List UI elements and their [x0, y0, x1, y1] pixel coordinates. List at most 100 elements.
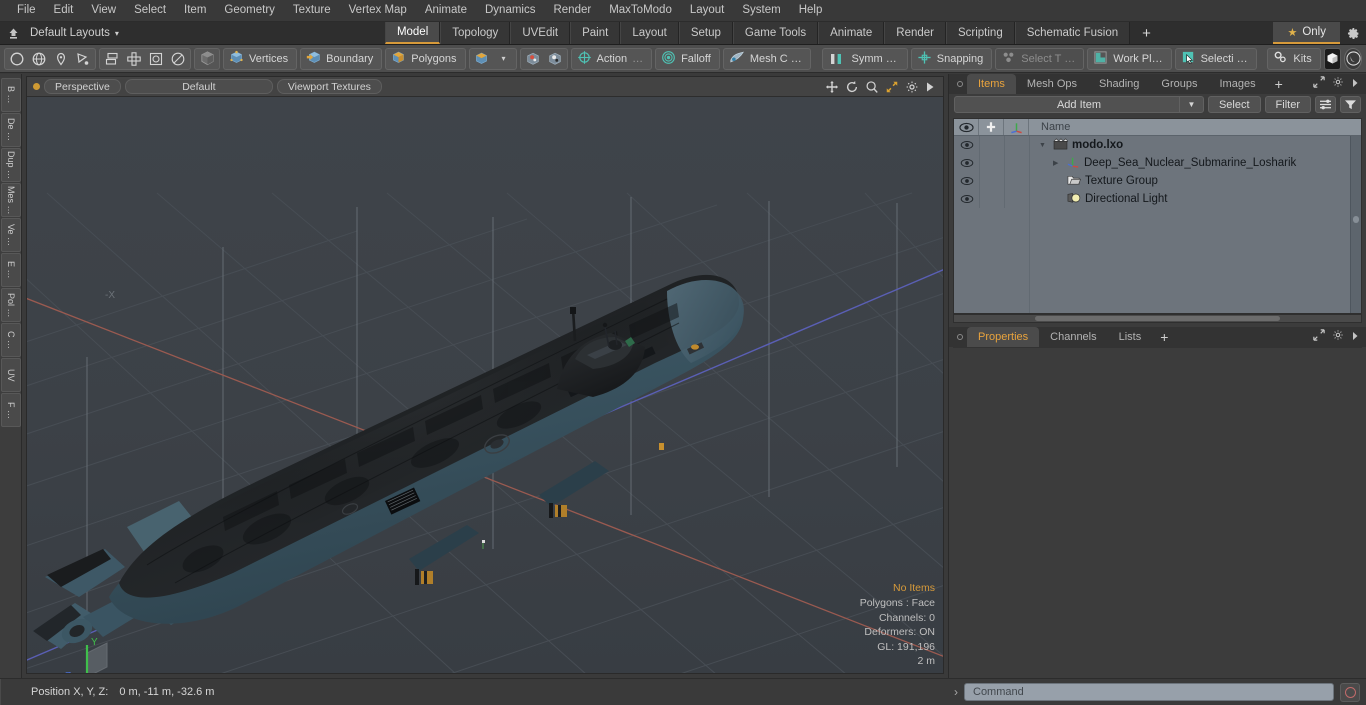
gear-icon[interactable]: [905, 80, 919, 94]
menu-item-maxtomodo[interactable]: MaxToModo: [600, 0, 681, 21]
scrollbar-thumb[interactable]: [1353, 215, 1359, 223]
menu-item-file[interactable]: File: [8, 0, 45, 21]
modo-icon[interactable]: [1323, 47, 1342, 70]
action-center-cube-icon[interactable]: [522, 49, 544, 69]
selection-mode-boundary[interactable]: Boundary: [300, 47, 383, 70]
mesh-constraint-button[interactable]: Mesh C …: [722, 47, 811, 70]
funnel-icon[interactable]: [1340, 96, 1361, 113]
menu-item-select[interactable]: Select: [125, 0, 175, 21]
item-tree-horizontal-scrollbar[interactable]: [953, 314, 1362, 323]
tab-schematic-fusion[interactable]: Schematic Fusion: [1014, 22, 1131, 44]
menu-item-view[interactable]: View: [82, 0, 125, 21]
cube-icon[interactable]: [196, 49, 218, 69]
add-item-button[interactable]: Add Item ▼: [954, 96, 1204, 113]
mirror-icon[interactable]: [101, 49, 123, 69]
vtab-uv[interactable]: UV: [1, 358, 21, 392]
add-properties-tab-button[interactable]: +: [1152, 327, 1176, 347]
menu-item-dynamics[interactable]: Dynamics: [476, 0, 544, 21]
radial-icon[interactable]: [167, 49, 189, 69]
menu-item-geometry[interactable]: Geometry: [215, 0, 284, 21]
tab-animate[interactable]: Animate: [818, 22, 885, 44]
tab-groups[interactable]: Groups: [1150, 74, 1208, 94]
expand-icon[interactable]: [1313, 328, 1325, 346]
tab-model[interactable]: Model: [384, 22, 441, 44]
expander-icon[interactable]: ▼: [1039, 142, 1049, 149]
zoom-icon[interactable]: [865, 80, 879, 94]
axis-icon[interactable]: [1004, 119, 1029, 135]
menu-item-item[interactable]: Item: [175, 0, 215, 21]
menu-item-layout[interactable]: Layout: [681, 0, 734, 21]
selection-sets-button[interactable]: Selecti …: [1174, 47, 1257, 70]
action-center-button[interactable]: Action …: [570, 47, 653, 70]
vtab-basic[interactable]: B …: [1, 78, 21, 112]
tree-row-submarine[interactable]: ▶ Deep_Sea_Nuclear_Submarine_Losharik: [1029, 155, 1350, 171]
snapping-button[interactable]: Snapping: [910, 47, 993, 70]
row-visibility-eye-icon[interactable]: [954, 194, 979, 204]
add-tab-button[interactable]: +: [1130, 22, 1163, 44]
falloff-cube-icon[interactable]: [544, 49, 566, 69]
tab-topology[interactable]: Topology: [440, 22, 511, 44]
tree-row-texture-group[interactable]: Texture Group: [1029, 174, 1350, 189]
menu-item-texture[interactable]: Texture: [284, 0, 340, 21]
vtab-curve[interactable]: C …: [1, 323, 21, 357]
menu-item-animate[interactable]: Animate: [416, 0, 476, 21]
tab-game-tools[interactable]: Game Tools: [732, 22, 819, 44]
menu-item-system[interactable]: System: [733, 0, 789, 21]
row-visibility-eye-icon[interactable]: [954, 158, 979, 168]
tab-uvedit[interactable]: UVEdit: [510, 22, 571, 44]
command-input[interactable]: Command: [964, 683, 1334, 701]
polygon-pen-icon[interactable]: [72, 49, 94, 69]
tab-layout[interactable]: Layout: [620, 22, 679, 44]
viewport-3d-canvas[interactable]: Y X Z -X -Z No Items Polygons : Face Cha…: [27, 97, 943, 673]
circle-icon[interactable]: [6, 49, 28, 69]
tab-items[interactable]: Items: [967, 74, 1016, 94]
vtab-vertex[interactable]: Ve …: [1, 218, 21, 252]
vtab-edge[interactable]: E …: [1, 253, 21, 287]
kits-button[interactable]: Kits: [1267, 47, 1321, 70]
pen-icon[interactable]: [50, 49, 72, 69]
menu-item-edit[interactable]: Edit: [45, 0, 83, 21]
chevron-right-icon[interactable]: [1351, 328, 1359, 346]
menu-item-render[interactable]: Render: [544, 0, 600, 21]
list-options-icon[interactable]: [1315, 96, 1336, 113]
vtab-deform[interactable]: De …: [1, 113, 21, 147]
chevron-right-icon[interactable]: [1351, 75, 1359, 93]
tab-lists[interactable]: Lists: [1108, 327, 1153, 347]
tab-shading[interactable]: Shading: [1088, 74, 1150, 94]
vtab-fusion[interactable]: F …: [1, 393, 21, 427]
vtab-polygon[interactable]: Pol …: [1, 288, 21, 322]
eye-icon[interactable]: [954, 119, 979, 135]
cube-icon[interactable]: [471, 49, 493, 69]
bevel-icon[interactable]: [145, 49, 167, 69]
menu-item-vertex-map[interactable]: Vertex Map: [340, 0, 416, 21]
layout-selector[interactable]: Default Layouts ▾: [26, 22, 127, 44]
selection-mode-vertices[interactable]: Vertices: [223, 47, 298, 70]
fit-icon[interactable]: [885, 80, 899, 94]
tree-row-modo-lxo[interactable]: ▼ modo.lxo: [1029, 137, 1350, 153]
play-icon[interactable]: [925, 81, 935, 93]
lock-icon[interactable]: [979, 119, 1004, 135]
symmetry-button[interactable]: Symm …: [847, 48, 905, 70]
rotate-icon[interactable]: [845, 80, 859, 94]
menu-item-help[interactable]: Help: [790, 0, 832, 21]
scrollbar-thumb-horizontal[interactable]: [1035, 316, 1280, 321]
tab-render[interactable]: Render: [884, 22, 946, 44]
viewport-texture-mode[interactable]: Viewport Textures: [276, 79, 382, 94]
vtab-duplicate[interactable]: Dup …: [1, 148, 21, 182]
tab-scripting[interactable]: Scripting: [945, 22, 1015, 44]
table-row[interactable]: ▼ modo.lxo: [954, 136, 1350, 154]
tab-mesh-ops[interactable]: Mesh Ops: [1016, 74, 1088, 94]
selection-mode-polygons[interactable]: Polygons: [385, 47, 466, 70]
filter-button[interactable]: Filter: [1264, 96, 1311, 113]
tab-setup[interactable]: Setup: [678, 22, 733, 44]
gear-icon[interactable]: [1332, 328, 1344, 346]
symmetry-icon[interactable]: [825, 49, 847, 69]
table-row[interactable]: ▶ Deep_Sea_Nuclear_Submarine_Losharik: [954, 154, 1350, 172]
select-button[interactable]: Select: [1207, 96, 1261, 113]
gear-icon[interactable]: [1340, 22, 1366, 44]
table-row[interactable]: Directional Light: [954, 190, 1350, 208]
work-plane-button[interactable]: Work Pl…: [1087, 47, 1172, 70]
add-panel-tab-button[interactable]: +: [1267, 74, 1291, 94]
viewport-view-mode[interactable]: Perspective: [44, 79, 121, 94]
unreal-icon[interactable]: [1344, 47, 1363, 70]
